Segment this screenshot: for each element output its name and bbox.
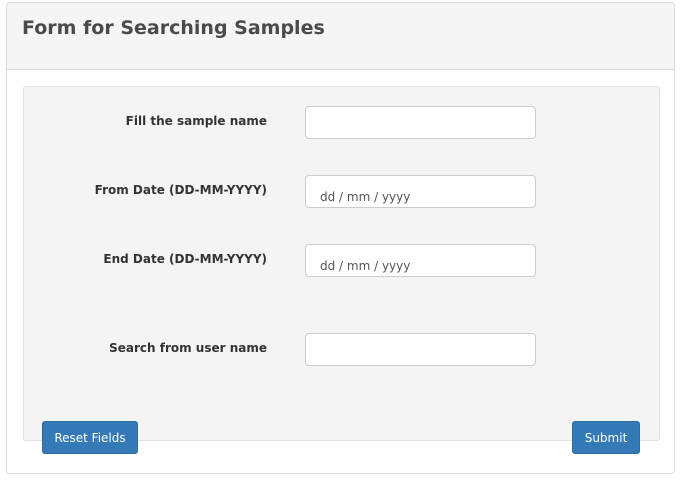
search-samples-panel: Form for Searching Samples Fill the samp…: [6, 2, 675, 474]
end-date-label: End Date (DD-MM-YYYY): [103, 252, 267, 266]
from-date-label: From Date (DD-MM-YYYY): [94, 183, 267, 197]
reset-fields-button[interactable]: Reset Fields: [42, 421, 138, 454]
submit-button[interactable]: Submit: [572, 421, 640, 454]
end-date-input[interactable]: [305, 244, 536, 277]
user-name-label: Search from user name: [109, 341, 267, 355]
search-form: Fill the sample name From Date (DD-MM-YY…: [23, 86, 660, 441]
page-title: Form for Searching Samples: [22, 17, 325, 39]
panel-header: Form for Searching Samples: [7, 3, 674, 70]
from-date-input[interactable]: [305, 175, 536, 208]
sample-name-label: Fill the sample name: [125, 114, 267, 128]
user-name-input[interactable]: [305, 333, 536, 366]
sample-name-input[interactable]: [305, 106, 536, 139]
